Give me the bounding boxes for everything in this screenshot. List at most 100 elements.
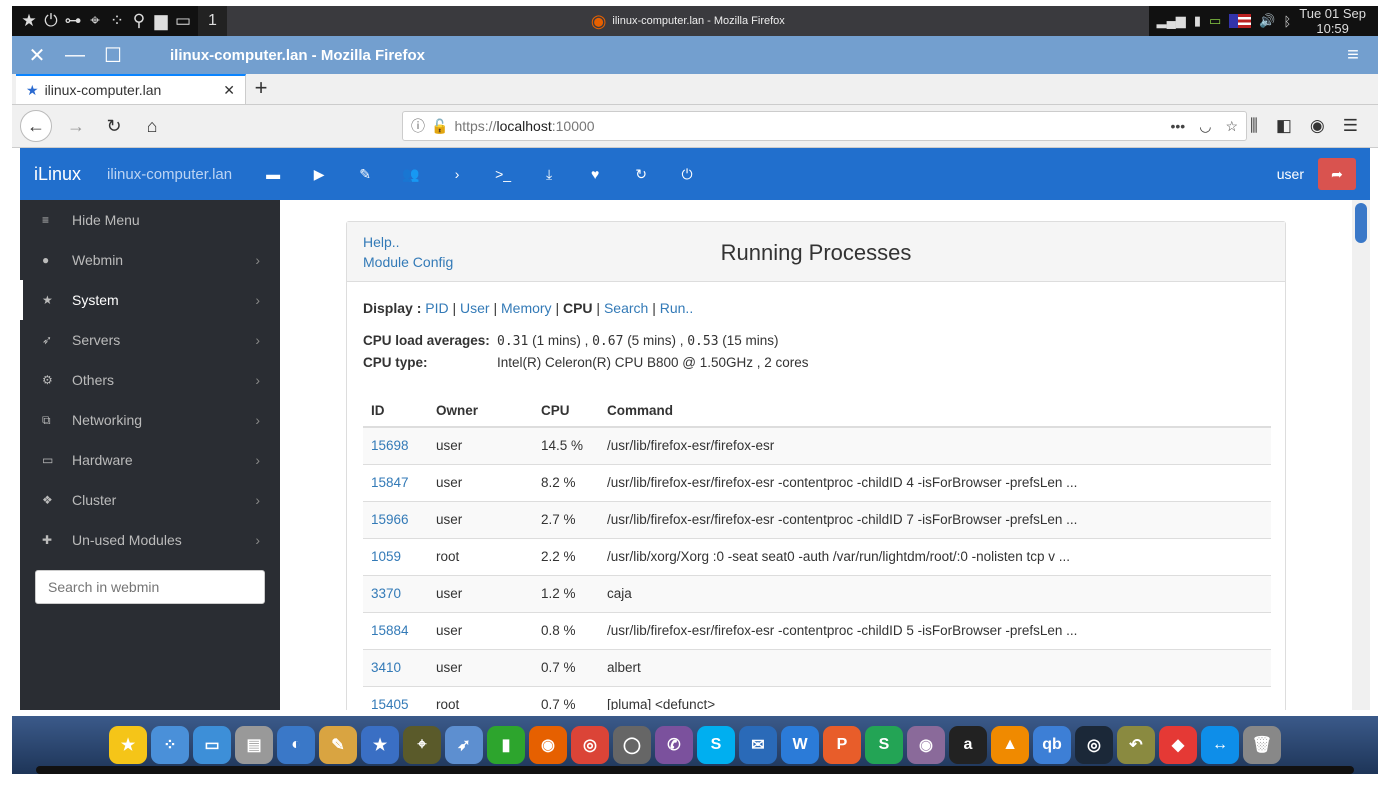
process-id-link[interactable]: 3410 bbox=[371, 660, 401, 675]
volume-icon[interactable]: 🔊 bbox=[1259, 13, 1275, 29]
process-id-link[interactable]: 15884 bbox=[371, 623, 409, 638]
process-id-link[interactable]: 15698 bbox=[371, 438, 409, 453]
qbittorrent-app-icon[interactable]: qb bbox=[1033, 726, 1071, 764]
writer-app-icon[interactable]: W bbox=[781, 726, 819, 764]
taskbar-window[interactable]: ◉ ilinux-computer.lan - Mozilla Firefox bbox=[226, 6, 1149, 36]
bookmark-star-icon[interactable]: ☆ bbox=[1225, 118, 1238, 135]
display-memory-link[interactable]: Memory bbox=[501, 300, 552, 316]
more-actions-icon[interactable]: ••• bbox=[1171, 118, 1186, 135]
sidebar-item-webmin[interactable]: ● Webmin › bbox=[20, 240, 280, 280]
download-icon[interactable]: ⤓ bbox=[526, 166, 572, 183]
anydesk-app-icon[interactable]: ◆ bbox=[1159, 726, 1197, 764]
home-button[interactable]: ⌂ bbox=[138, 116, 166, 137]
display-user-link[interactable]: User bbox=[460, 300, 490, 316]
cabinet-app-icon[interactable]: ▤ bbox=[235, 726, 273, 764]
search-icon[interactable]: ⚲ bbox=[128, 11, 150, 31]
pocket-icon[interactable]: ◡ bbox=[1199, 118, 1211, 135]
sidebar-item-un-used-modules[interactable]: ✚ Un-used Modules › bbox=[20, 520, 280, 560]
apps-icon[interactable]: ⁘ bbox=[106, 11, 128, 31]
window-menu-icon[interactable]: ≡ bbox=[1334, 44, 1372, 67]
sidebar-item-networking[interactable]: ⧉ Networking › bbox=[20, 400, 280, 440]
reload-button[interactable]: ↻ bbox=[100, 116, 128, 137]
minimize-icon[interactable]: — bbox=[56, 44, 94, 67]
scrollbar[interactable] bbox=[1352, 200, 1370, 710]
scrollbar-thumb[interactable] bbox=[1355, 203, 1367, 243]
star-app-icon[interactable]: ★ bbox=[109, 726, 147, 764]
teamviewer-app-icon[interactable]: ↔ bbox=[1201, 726, 1239, 764]
display-pid-link[interactable]: PID bbox=[425, 300, 448, 316]
disk-app-icon[interactable]: ◯ bbox=[613, 726, 651, 764]
toggle-icon[interactable]: ⊶ bbox=[62, 11, 84, 31]
power-icon[interactable]: ⏻ bbox=[40, 11, 62, 31]
clock[interactable]: Tue 01 Sep 10:59 bbox=[1299, 6, 1378, 36]
battery-icon[interactable]: ▭ bbox=[1209, 13, 1221, 29]
display-run-link[interactable]: Run.. bbox=[660, 300, 693, 316]
process-id-link[interactable]: 1059 bbox=[371, 549, 401, 564]
sidebar-item-hardware[interactable]: ▭ Hardware › bbox=[20, 440, 280, 480]
pipe-app-icon[interactable]: ▮ bbox=[487, 726, 525, 764]
back-app-icon[interactable]: ↶ bbox=[1117, 726, 1155, 764]
mail-app-icon[interactable]: ✉ bbox=[739, 726, 777, 764]
sidebar-item-cluster[interactable]: ❖ Cluster › bbox=[20, 480, 280, 520]
column-owner[interactable]: Owner bbox=[428, 395, 533, 428]
sidebar-icon[interactable]: ◧ bbox=[1276, 116, 1292, 136]
vlc-app-icon[interactable]: ▲ bbox=[991, 726, 1029, 764]
menu-icon[interactable]: ☰ bbox=[1343, 116, 1358, 136]
column-command[interactable]: Command bbox=[599, 395, 1271, 428]
trash-app-icon[interactable]: 🗑 bbox=[1243, 726, 1281, 764]
library-icon[interactable]: ⫼ bbox=[1250, 116, 1258, 136]
power-icon[interactable]: ⏻ bbox=[664, 166, 710, 183]
refresh-icon[interactable]: ↻ bbox=[618, 166, 664, 183]
skype-app-icon[interactable]: S bbox=[697, 726, 735, 764]
palette-app-icon[interactable]: ✎ bbox=[319, 726, 357, 764]
workspace-switcher[interactable]: 1 bbox=[198, 6, 227, 36]
process-id-link[interactable]: 15405 bbox=[371, 697, 409, 710]
signal-icon[interactable]: ▂▄▆ bbox=[1157, 13, 1186, 29]
window-app-icon[interactable]: ▭ bbox=[193, 726, 231, 764]
display-search-link[interactable]: Search bbox=[604, 300, 648, 316]
binoculars-app-icon[interactable]: ⌖ bbox=[403, 726, 441, 764]
logout-button[interactable]: ➦ bbox=[1318, 158, 1356, 190]
steam-app-icon[interactable]: ◎ bbox=[1075, 726, 1113, 764]
back-button[interactable]: ← bbox=[20, 110, 52, 142]
dots-app-icon[interactable]: ⁘ bbox=[151, 726, 189, 764]
process-id-link[interactable]: 15966 bbox=[371, 512, 409, 527]
url-bar[interactable]: ⓘ 🔓 https://localhost:10000 ••• ◡ ☆ bbox=[402, 111, 1247, 141]
account-icon[interactable]: ◉ bbox=[1310, 116, 1325, 136]
user-name[interactable]: user bbox=[1277, 166, 1304, 182]
presentation-app-icon[interactable]: P bbox=[823, 726, 861, 764]
firefox-app-icon[interactable]: ◉ bbox=[529, 726, 567, 764]
close-window-icon[interactable]: ✕ bbox=[18, 43, 56, 68]
info-icon[interactable]: ⓘ bbox=[411, 116, 425, 136]
folder-icon[interactable]: ▆ bbox=[150, 11, 172, 31]
rocket-app-icon[interactable]: ➶ bbox=[445, 726, 483, 764]
usb-icon[interactable]: ▮ bbox=[1194, 13, 1201, 29]
maximize-icon[interactable]: ☐ bbox=[94, 43, 132, 68]
tablet-icon[interactable]: ▭ bbox=[172, 11, 194, 31]
us-flag-icon[interactable] bbox=[1229, 14, 1252, 28]
star-icon[interactable]: ★ bbox=[18, 11, 40, 31]
search-input[interactable] bbox=[35, 570, 265, 604]
column-cpu[interactable]: CPU bbox=[533, 395, 599, 428]
bluetooth-icon[interactable]: ᛒ bbox=[1283, 14, 1291, 29]
store-app-icon[interactable]: ★ bbox=[361, 726, 399, 764]
sidebar-item-system[interactable]: ★ System › bbox=[20, 280, 280, 320]
sidebar-item-others[interactable]: ⚙ Others › bbox=[20, 360, 280, 400]
chrome-app-icon[interactable]: ◎ bbox=[571, 726, 609, 764]
process-id-link[interactable]: 15847 bbox=[371, 475, 409, 490]
column-id[interactable]: ID bbox=[363, 395, 428, 428]
chevron-right-icon[interactable]: › bbox=[434, 166, 480, 182]
sidebar-item-hide-menu[interactable]: ≡ Hide Menu bbox=[20, 200, 280, 240]
users-icon[interactable]: 👥 bbox=[388, 166, 434, 183]
hostname[interactable]: ilinux-computer.lan bbox=[107, 166, 232, 183]
spreadsheet-app-icon[interactable]: S bbox=[865, 726, 903, 764]
folder-icon[interactable]: ▬ bbox=[250, 166, 296, 182]
viber-app-icon[interactable]: ✆ bbox=[655, 726, 693, 764]
pencil-icon[interactable]: ✎ bbox=[342, 166, 388, 183]
new-tab-button[interactable]: + bbox=[246, 74, 276, 104]
a-app-icon[interactable]: a bbox=[949, 726, 987, 764]
webcam-app-icon[interactable]: ◉ bbox=[907, 726, 945, 764]
close-tab-icon[interactable]: ✕ bbox=[223, 82, 235, 99]
forward-button[interactable]: → bbox=[62, 116, 90, 137]
browser-tab[interactable]: ★ ilinux-computer.lan ✕ bbox=[16, 74, 246, 104]
